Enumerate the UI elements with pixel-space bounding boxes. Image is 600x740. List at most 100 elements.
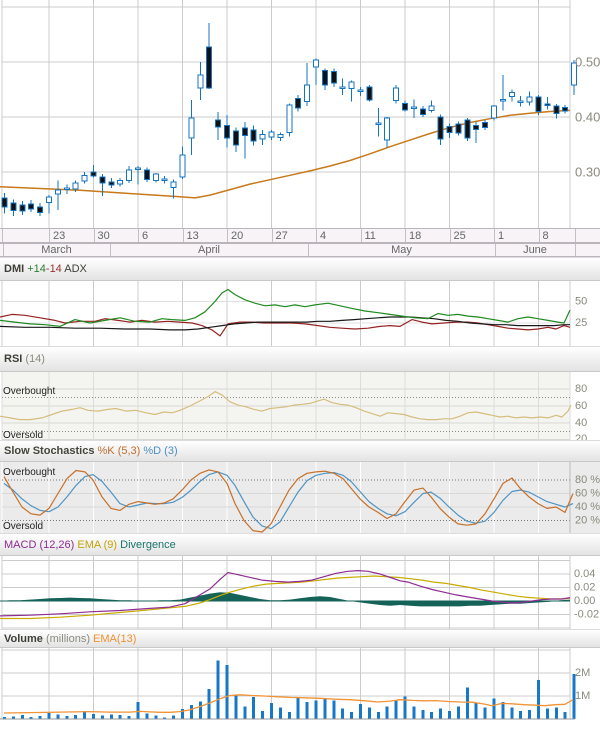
stochastics-axis-label: 80 % (575, 474, 600, 486)
candle-body (136, 168, 141, 170)
candle-body (260, 135, 265, 139)
volume-chart-panel: 2M1M (0, 648, 600, 720)
header-segment: EMA(13) (93, 633, 136, 645)
volume-bar (56, 714, 59, 719)
volume-bar (323, 698, 326, 719)
candle-body (536, 97, 541, 111)
month-label: April (110, 244, 308, 256)
candle-body (55, 190, 60, 194)
header-segment: -14 (46, 263, 62, 275)
candle-body (447, 126, 452, 132)
day-label: 4 (320, 229, 326, 242)
macd-line (0, 571, 570, 616)
axis-tick-divider (405, 229, 406, 242)
header-segment: ADX (62, 263, 87, 275)
volume-bar (457, 706, 460, 719)
candle-body (118, 180, 123, 184)
volume-bar (297, 698, 300, 719)
rsi-header: RSI (14) (0, 346, 600, 372)
volume-bar (270, 703, 273, 719)
volume-bar (101, 716, 104, 719)
axis-tick-divider (539, 229, 540, 242)
axis-tick-divider (494, 229, 495, 242)
dmi-header: DMI +14-14 ADX (0, 257, 600, 281)
volume-bar (493, 698, 496, 719)
candle-body (109, 182, 114, 185)
candle-body (82, 175, 87, 181)
header-segment: Divergence (120, 539, 176, 551)
volume-bar (306, 702, 309, 719)
rsi-axis-label: 60 (575, 400, 587, 412)
volume-bar (315, 701, 318, 719)
candle-body (509, 92, 514, 96)
axis-tick-divider (316, 229, 317, 242)
volume-bar (137, 702, 140, 719)
candle-body (198, 75, 203, 88)
rsi-axis-label: 20 (575, 433, 587, 440)
volume-bar (359, 704, 362, 719)
candle-body (545, 104, 550, 106)
stochastics-axis-label: 40 % (575, 501, 600, 513)
month-label: June (495, 244, 575, 256)
stochastics-axis-label: 60 % (575, 488, 600, 500)
month-label: March (3, 244, 110, 256)
day-label: 11 (365, 229, 376, 242)
candle-body (394, 88, 399, 101)
volume-ema-line (4, 695, 573, 713)
header-segment: MACD (12,26) (4, 539, 77, 551)
axis-tick-divider (575, 229, 576, 242)
price-axis-label: 0.40 (575, 110, 600, 125)
stochastics-overbought-label: Overbought (3, 467, 55, 478)
volume-bar (341, 709, 344, 719)
candle-body (11, 203, 16, 211)
header-segment: RSI (4, 353, 25, 365)
day-label: 18 (409, 229, 421, 242)
stochastics-axis-label: 20 % (575, 515, 600, 527)
candle-body (100, 177, 105, 183)
price-chart: 0.500.400.30 (0, 0, 600, 228)
volume-chart: 2M1M (0, 648, 600, 720)
volume-bar (21, 715, 24, 719)
macd-axis-label: 0.04 (574, 568, 595, 580)
header-segment: EMA (9) (77, 539, 120, 551)
candle-body (358, 90, 363, 92)
volume-bar (484, 708, 487, 720)
volume-bar (110, 714, 113, 719)
candle-body (492, 106, 497, 118)
axis-tick-divider (138, 229, 139, 242)
stochastics-chart-panel: 80 % 60 %40 % 20 % Overbought Oversold (0, 462, 600, 533)
candle-body (438, 117, 443, 139)
candles-layer (2, 23, 577, 216)
axis-tick-divider (361, 229, 362, 242)
volume-bar (119, 715, 122, 719)
header-segment: (14) (25, 353, 45, 365)
rsi-axis-label: 80 (575, 383, 587, 395)
stochastics-oversold-label: Oversold (3, 521, 43, 532)
candle-body (554, 106, 559, 114)
date-axis-days: 23306132027411182518 (0, 228, 600, 243)
volume-bar (537, 680, 540, 719)
volume-bar (368, 708, 371, 720)
axis-tick-divider (49, 229, 50, 242)
candle-body (465, 120, 470, 138)
volume-bar (226, 665, 229, 719)
volume-bar (145, 713, 148, 719)
header-segment: +14 (27, 263, 46, 275)
volume-header: Volume (millions) EMA(13) (0, 629, 600, 648)
dmi-axis-label: 50 (575, 296, 587, 308)
candle-body (385, 118, 390, 140)
candle-body (376, 123, 381, 125)
header-segment: (millions) (46, 633, 93, 645)
volume-bar (377, 712, 380, 719)
candle-body (296, 98, 301, 108)
volume-bar (279, 708, 282, 720)
volume-bar (501, 702, 504, 719)
volume-bar (190, 705, 193, 719)
candle-body (91, 172, 96, 176)
volume-bar (546, 709, 549, 719)
candle-body (563, 108, 568, 111)
candle-body (349, 82, 354, 89)
volume-bar (386, 706, 389, 719)
volume-bar (172, 716, 175, 719)
dmi-chart-panel: 5025 (0, 281, 600, 346)
